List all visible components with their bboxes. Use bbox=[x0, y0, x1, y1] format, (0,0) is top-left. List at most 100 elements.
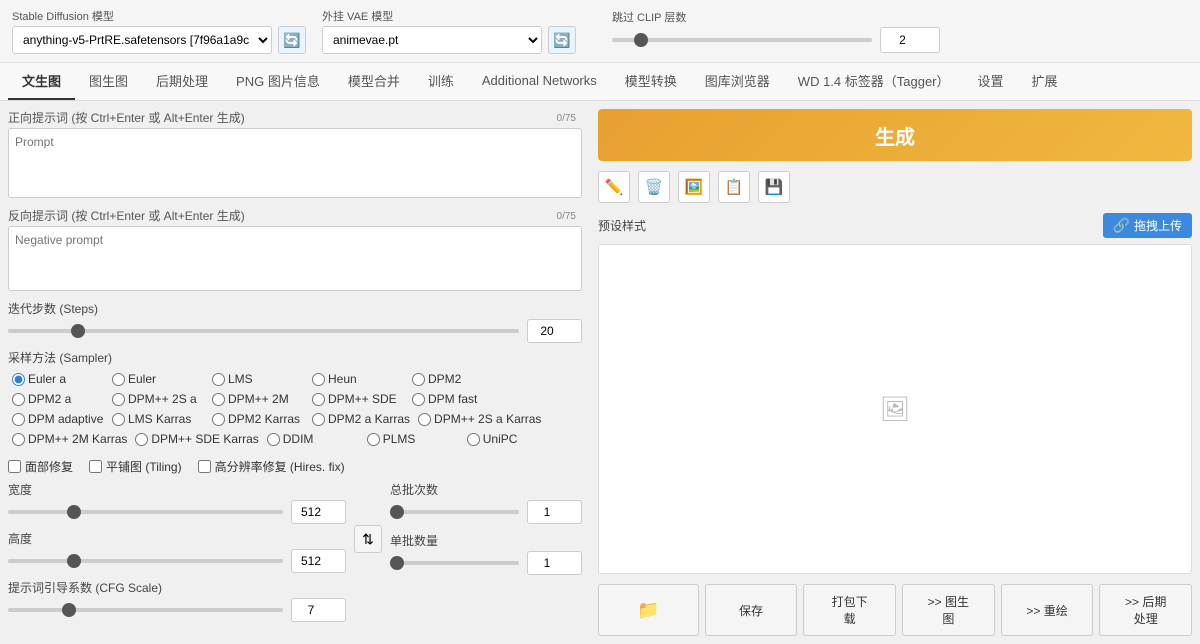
sampler-dpmpp2mkarras[interactable]: DPM++ 2M Karras bbox=[8, 430, 131, 448]
bottom-buttons: 📁 保存 打包下载 >> 图生图 >> 重绘 >> 后期处理 bbox=[598, 584, 1192, 636]
save-btn[interactable]: 保存 bbox=[705, 584, 798, 636]
copy-icon-btn[interactable]: 📋 bbox=[718, 171, 750, 203]
face-restore-label: 面部修复 bbox=[25, 458, 73, 475]
cfg-slider[interactable] bbox=[8, 608, 283, 612]
size-section: 宽度 高度 提示词引导系数 (CFG Scale) bbox=[8, 481, 582, 622]
batch-count-input[interactable] bbox=[527, 500, 582, 524]
canvas-placeholder: 🖼 bbox=[880, 395, 910, 424]
vae-select[interactable]: animevae.pt bbox=[322, 26, 542, 54]
preset-row: 预设样式 🔗 拖拽上传 bbox=[598, 213, 1192, 238]
action-icons-row: ✏️ 🗑️ 🖼️ 📋 💾 bbox=[598, 171, 1192, 203]
download-btn[interactable]: 打包下载 bbox=[803, 584, 896, 636]
tab-img2img[interactable]: 图生图 bbox=[75, 63, 142, 100]
tab-gallery[interactable]: 图库浏览器 bbox=[691, 63, 784, 100]
sampler-dpm2a[interactable]: DPM2 a bbox=[8, 390, 108, 408]
positive-counter: 0/75 bbox=[557, 113, 576, 124]
to-img2img-btn[interactable]: >> 图生图 bbox=[902, 584, 995, 636]
steps-label: 迭代步数 (Steps) bbox=[8, 300, 582, 317]
tab-model-convert[interactable]: 模型转换 bbox=[611, 63, 691, 100]
positive-prompt-area: 正向提示词 (按 Ctrl+Enter 或 Alt+Enter 生成) 0/75 bbox=[8, 109, 582, 201]
cfg-input[interactable] bbox=[291, 598, 346, 622]
positive-prompt-input[interactable] bbox=[8, 128, 582, 198]
sampler-lmskarras[interactable]: LMS Karras bbox=[108, 410, 208, 428]
sampler-euler[interactable]: Euler bbox=[108, 370, 208, 388]
tab-settings[interactable]: 设置 bbox=[964, 63, 1018, 100]
steps-input[interactable] bbox=[527, 319, 582, 343]
sampler-dpmfast[interactable]: DPM fast bbox=[408, 390, 508, 408]
edit-icon-btn[interactable]: ✏️ bbox=[598, 171, 630, 203]
clip-slider[interactable] bbox=[612, 38, 872, 42]
sampler-euler-a[interactable]: Euler a bbox=[8, 370, 108, 388]
batch-size-input[interactable] bbox=[527, 551, 582, 575]
sampler-heun[interactable]: Heun bbox=[308, 370, 408, 388]
model-select[interactable]: anything-v5-PrtRE.safetensors [7f96a1a9c… bbox=[12, 26, 272, 54]
width-col: 宽度 高度 提示词引导系数 (CFG Scale) bbox=[8, 481, 346, 622]
folder-btn[interactable]: 📁 bbox=[598, 584, 699, 636]
face-restore-check[interactable]: 面部修复 bbox=[8, 458, 73, 475]
tab-train[interactable]: 训练 bbox=[414, 63, 468, 100]
tab-tagger[interactable]: WD 1.4 标签器（Tagger） bbox=[784, 63, 964, 100]
image-icon-btn[interactable]: 🖼️ bbox=[678, 171, 710, 203]
left-panel: 正向提示词 (按 Ctrl+Enter 或 Alt+Enter 生成) 0/75… bbox=[0, 101, 590, 644]
size-swap-btn[interactable]: ⇅ bbox=[354, 525, 382, 553]
batch-count-slider[interactable] bbox=[390, 510, 519, 514]
vae-refresh-btn[interactable]: 🔄 bbox=[548, 26, 576, 54]
sampler-dpmpp2sa[interactable]: DPM++ 2S a bbox=[108, 390, 208, 408]
width-input[interactable] bbox=[291, 500, 346, 524]
right-panel: 生成 ✏️ 🗑️ 🖼️ 📋 💾 预设样式 🔗 拖拽上传 🖼 📁 保存 打包下载 … bbox=[590, 101, 1200, 644]
positive-prompt-label: 正向提示词 (按 Ctrl+Enter 或 Alt+Enter 生成) bbox=[8, 109, 582, 126]
checkboxes-row: 面部修复 平铺图 (Tiling) 高分辨率修复 (Hires. fix) bbox=[8, 458, 582, 475]
tab-pnginfo[interactable]: PNG 图片信息 bbox=[222, 63, 334, 100]
repaint-btn[interactable]: >> 重绘 bbox=[1001, 584, 1094, 636]
hires-check[interactable]: 高分辨率修复 (Hires. fix) bbox=[198, 458, 345, 475]
save-icon-btn[interactable]: 💾 bbox=[758, 171, 790, 203]
tab-additional-networks[interactable]: Additional Networks bbox=[468, 65, 611, 98]
sampler-ddim[interactable]: DDIM bbox=[263, 430, 363, 448]
sampler-section: 采样方法 (Sampler) Euler a Euler LMS Heun DP… bbox=[8, 349, 582, 448]
sampler-dpmpp2sakarras[interactable]: DPM++ 2S a Karras bbox=[414, 410, 545, 428]
delete-icon-btn[interactable]: 🗑️ bbox=[638, 171, 670, 203]
sampler-plms[interactable]: PLMS bbox=[363, 430, 463, 448]
height-slider[interactable] bbox=[8, 559, 283, 563]
batch-size-label: 单批数量 bbox=[390, 532, 582, 549]
cfg-label: 提示词引导系数 (CFG Scale) bbox=[8, 579, 346, 596]
tab-postprocess[interactable]: 后期处理 bbox=[142, 63, 222, 100]
tab-extensions[interactable]: 扩展 bbox=[1018, 63, 1072, 100]
batch-size-slider[interactable] bbox=[390, 561, 519, 565]
tabs-bar: 文生图 图生图 后期处理 PNG 图片信息 模型合并 训练 Additional… bbox=[0, 63, 1200, 101]
sampler-lms[interactable]: LMS bbox=[208, 370, 308, 388]
sampler-dpmadaptive[interactable]: DPM adaptive bbox=[8, 410, 108, 428]
sampler-dpmppsde[interactable]: DPM++ SDE bbox=[308, 390, 408, 408]
sampler-label: 采样方法 (Sampler) bbox=[8, 349, 582, 366]
batch-section: 总批次数 单批数量 bbox=[390, 481, 582, 575]
model-section: Stable Diffusion 模型 anything-v5-PrtRE.sa… bbox=[12, 8, 306, 54]
sampler-unipc[interactable]: UniPC bbox=[463, 430, 563, 448]
model-label: Stable Diffusion 模型 bbox=[12, 8, 306, 24]
tiling-check[interactable]: 平铺图 (Tiling) bbox=[89, 458, 182, 475]
clip-input[interactable] bbox=[880, 27, 940, 53]
main-area: 正向提示词 (按 Ctrl+Enter 或 Alt+Enter 生成) 0/75… bbox=[0, 101, 1200, 644]
steps-section: 迭代步数 (Steps) bbox=[8, 300, 582, 343]
width-slider[interactable] bbox=[8, 510, 283, 514]
sampler-grid: Euler a Euler LMS Heun DPM2 DPM2 a DPM++… bbox=[8, 370, 582, 448]
tab-merge[interactable]: 模型合并 bbox=[334, 63, 414, 100]
steps-slider[interactable] bbox=[8, 329, 519, 333]
clip-label: 跳过 CLIP 层数 bbox=[612, 9, 940, 25]
sampler-dpmpp2m[interactable]: DPM++ 2M bbox=[208, 390, 308, 408]
top-bar: Stable Diffusion 模型 anything-v5-PrtRE.sa… bbox=[0, 0, 1200, 63]
vae-label: 外挂 VAE 模型 bbox=[322, 8, 576, 24]
generate-btn[interactable]: 生成 bbox=[598, 109, 1192, 161]
tab-txt2img[interactable]: 文生图 bbox=[8, 63, 75, 100]
model-refresh-btn[interactable]: 🔄 bbox=[278, 26, 306, 54]
vae-section: 外挂 VAE 模型 animevae.pt 🔄 bbox=[322, 8, 576, 54]
post-process-btn[interactable]: >> 后期处理 bbox=[1099, 584, 1192, 636]
sampler-dpm2[interactable]: DPM2 bbox=[408, 370, 508, 388]
preset-label: 预设样式 bbox=[598, 217, 646, 234]
upload-btn[interactable]: 🔗 拖拽上传 bbox=[1103, 213, 1192, 238]
canvas-area: 🖼 bbox=[598, 244, 1192, 574]
sampler-dpm2akarras[interactable]: DPM2 a Karras bbox=[308, 410, 414, 428]
negative-prompt-input[interactable] bbox=[8, 226, 582, 291]
height-input[interactable] bbox=[291, 549, 346, 573]
sampler-dpm2karras[interactable]: DPM2 Karras bbox=[208, 410, 308, 428]
sampler-dpmppsdekarras[interactable]: DPM++ SDE Karras bbox=[131, 430, 262, 448]
